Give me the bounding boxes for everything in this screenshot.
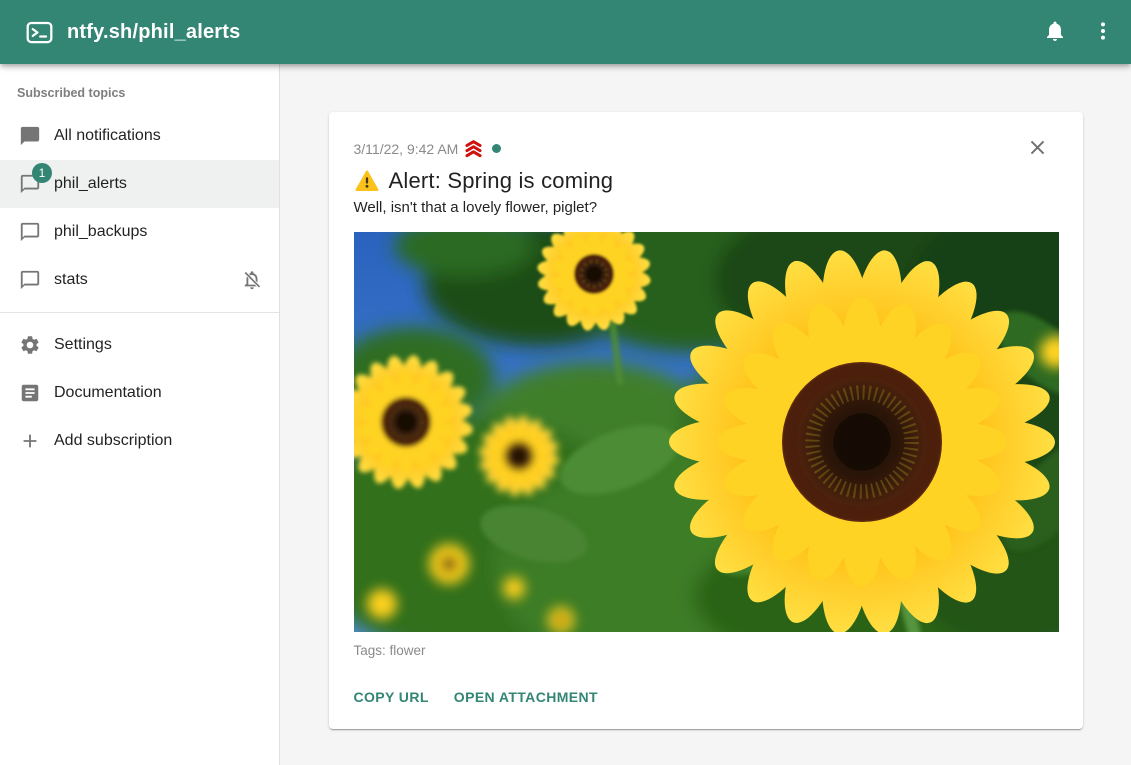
- notification-title: Alert: Spring is coming: [354, 168, 1058, 194]
- unread-dot-icon: [492, 144, 501, 153]
- notification-title-text: Alert: Spring is coming: [389, 168, 614, 194]
- sidebar-item-label: phil_backups: [54, 223, 147, 241]
- sidebar-item-phil-alerts[interactable]: 1 phil_alerts: [0, 160, 279, 208]
- notifications-bell-button[interactable]: [1031, 8, 1079, 56]
- notification-card: 3/11/22, 9:42 AM: [329, 112, 1083, 729]
- overflow-menu-button[interactable]: [1079, 8, 1127, 56]
- bell-icon: [1043, 19, 1067, 46]
- priority-max-icon: [463, 138, 484, 159]
- copy-url-button[interactable]: COPY URL: [354, 685, 429, 709]
- sidebar-item-all-notifications[interactable]: All notifications: [0, 112, 279, 160]
- warning-icon: [354, 169, 380, 193]
- attachment-image[interactable]: [354, 232, 1059, 632]
- sidebar-item-label: Add subscription: [54, 432, 172, 450]
- sidebar: Subscribed topics All notifications 1 ph…: [0, 64, 280, 765]
- article-icon: [19, 382, 41, 404]
- notifications-muted-icon: [241, 269, 263, 291]
- sidebar-item-documentation[interactable]: Documentation: [0, 369, 279, 417]
- notification-actions: COPY URL OPEN ATTACHMENT: [354, 685, 1058, 709]
- notification-tags: Tags: flower: [354, 643, 1058, 658]
- notification-body: Well, isn't that a lovely flower, piglet…: [354, 199, 1058, 216]
- sidebar-actions-list: Settings Documentation Add subscription: [0, 321, 279, 465]
- topics-list: All notifications 1 phil_alerts phil_bac…: [0, 112, 279, 304]
- sidebar-item-stats[interactable]: stats: [0, 256, 279, 304]
- close-icon: [1026, 136, 1049, 162]
- sidebar-divider: [0, 312, 279, 313]
- page-title: ntfy.sh/phil_alerts: [67, 21, 240, 44]
- chat-bubble-filled-icon: [19, 125, 41, 147]
- notification-timestamp: 3/11/22, 9:42 AM: [354, 141, 459, 157]
- close-notification-button[interactable]: [1017, 128, 1059, 170]
- gear-icon: [19, 334, 41, 356]
- kebab-menu-icon: [1091, 19, 1115, 46]
- chat-bubble-outline-icon: [19, 221, 41, 243]
- plus-icon: [19, 430, 41, 452]
- chat-bubble-outline-icon: [19, 269, 41, 291]
- main-content: 3/11/22, 9:42 AM: [280, 64, 1131, 765]
- sidebar-item-phil-backups[interactable]: phil_backups: [0, 208, 279, 256]
- unread-count-badge: 1: [32, 163, 52, 183]
- open-attachment-button[interactable]: OPEN ATTACHMENT: [454, 685, 598, 709]
- terminal-logo-icon: [26, 19, 53, 46]
- subscribed-topics-label: Subscribed topics: [0, 78, 279, 112]
- sidebar-item-label: All notifications: [54, 127, 161, 145]
- sidebar-item-label: Documentation: [54, 384, 162, 402]
- sidebar-item-settings[interactable]: Settings: [0, 321, 279, 369]
- notification-meta: 3/11/22, 9:42 AM: [354, 138, 1058, 159]
- sidebar-item-add-subscription[interactable]: Add subscription: [0, 417, 279, 465]
- sidebar-item-label: Settings: [54, 336, 112, 354]
- app-bar: ntfy.sh/phil_alerts: [0, 0, 1131, 64]
- sidebar-item-label: stats: [54, 271, 88, 289]
- sidebar-item-label: phil_alerts: [54, 175, 127, 193]
- chat-bubble-outline-icon: 1: [19, 173, 41, 195]
